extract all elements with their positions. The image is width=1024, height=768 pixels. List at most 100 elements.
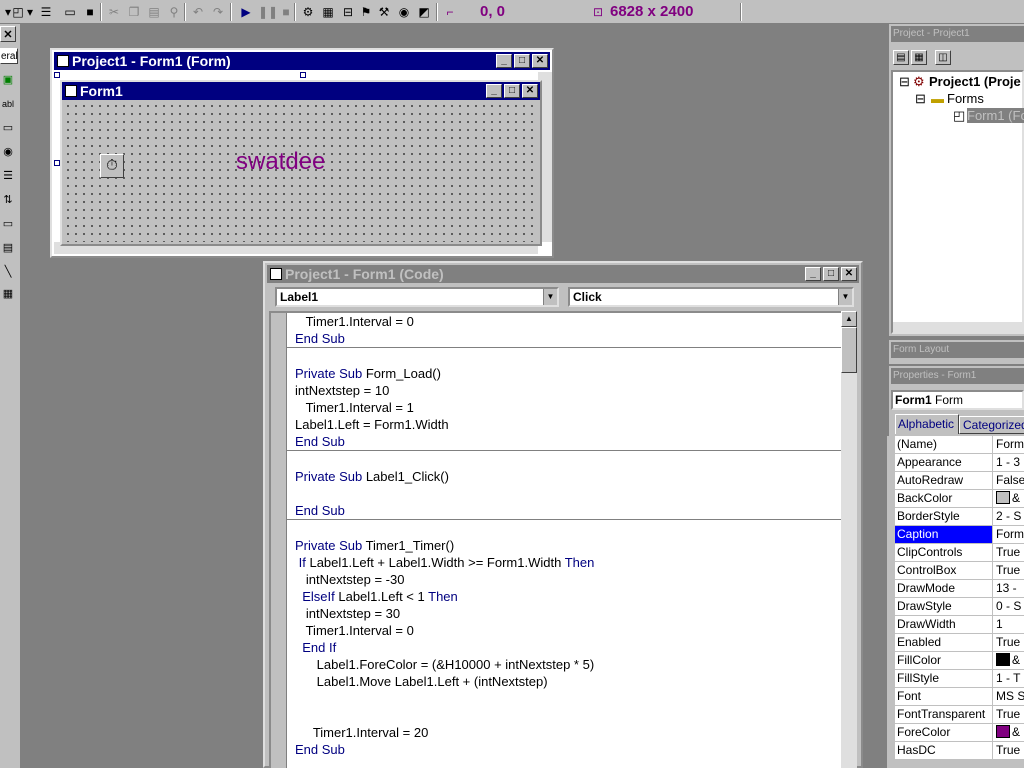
project-tree[interactable]: ⊟ ⚙ Project1 (Proje ⊟ ▬ Forms ◰ Form1 (F… bbox=[891, 70, 1024, 334]
property-row[interactable]: ClipControls True bbox=[895, 544, 1024, 562]
form-design-grid[interactable]: ⏱ swatdee bbox=[64, 102, 538, 242]
property-row[interactable]: Font MS S bbox=[895, 688, 1024, 706]
tab-categorized[interactable]: Categorized bbox=[959, 416, 1024, 434]
tree-item-project1[interactable]: Project1 (Proje bbox=[929, 74, 1021, 89]
maximize-icon[interactable]: □ bbox=[823, 267, 839, 281]
property-value[interactable]: True bbox=[994, 634, 1020, 651]
find-icon[interactable]: ⚲ bbox=[166, 4, 182, 20]
property-value[interactable]: True bbox=[994, 562, 1020, 579]
break-icon[interactable]: ❚❚ bbox=[258, 4, 278, 20]
close-icon[interactable]: ✕ bbox=[841, 267, 857, 281]
code-line[interactable]: Label1.Move Label1.Left + (intNextstep) bbox=[295, 673, 845, 690]
code-line[interactable] bbox=[295, 485, 845, 502]
property-row[interactable]: ForeColor & bbox=[895, 724, 1024, 742]
code-line[interactable]: Timer1.Interval = 1 bbox=[295, 399, 845, 416]
code-line[interactable] bbox=[295, 348, 845, 365]
code-line[interactable] bbox=[295, 707, 845, 724]
scroll-thumb[interactable] bbox=[841, 327, 857, 373]
project-tree-hscrollbar[interactable] bbox=[893, 322, 1022, 332]
picturebox-icon[interactable]: ▣ bbox=[0, 72, 16, 88]
code-line[interactable]: Private Sub Form_Load() bbox=[295, 365, 845, 382]
code-line[interactable]: End Sub bbox=[295, 330, 845, 347]
object-browser-icon[interactable]: ⚑ bbox=[358, 4, 374, 20]
close-icon[interactable]: ✕ bbox=[0, 26, 16, 42]
code-line[interactable]: Timer1.Interval = 20 bbox=[295, 724, 845, 741]
timer-control-icon[interactable]: ⏱ bbox=[100, 154, 124, 178]
form-designer-titlebar[interactable]: Project1 - Form1 (Form) _ □ ✕ bbox=[54, 52, 550, 70]
menu-editor-icon[interactable]: ☰ bbox=[38, 4, 54, 20]
close-icon[interactable]: ✕ bbox=[522, 84, 538, 98]
property-value[interactable]: True bbox=[994, 742, 1020, 759]
object-combo[interactable]: Label1 ▼ bbox=[275, 287, 559, 307]
line-tool-icon[interactable]: ╲ bbox=[0, 264, 16, 280]
form1-titlebar[interactable]: Form1 _ □ ✕ bbox=[62, 82, 540, 100]
code-line[interactable]: intNextstep = -30 bbox=[295, 571, 845, 588]
code-line[interactable]: End If bbox=[295, 639, 845, 656]
property-row[interactable]: FontTransparent True bbox=[895, 706, 1024, 724]
redo-icon[interactable]: ↷ bbox=[210, 4, 226, 20]
code-line[interactable]: Timer1.Interval = 0 bbox=[295, 313, 845, 330]
listbox-icon[interactable]: ☰ bbox=[0, 168, 16, 184]
property-grid[interactable]: (Name) Form Appearance 1 - 3 AutoRedraw False… bbox=[887, 436, 1024, 768]
open-project-icon[interactable]: ▭ bbox=[62, 4, 78, 20]
property-row[interactable]: FillColor & bbox=[895, 652, 1024, 670]
code-line[interactable]: If Label1.Left + Label1.Width >= Form1.W… bbox=[295, 554, 845, 571]
component-manager-icon[interactable]: ◩ bbox=[416, 4, 432, 20]
code-line[interactable]: End Sub bbox=[295, 433, 845, 450]
code-margin[interactable] bbox=[271, 313, 287, 768]
property-row[interactable]: AutoRedraw False bbox=[895, 472, 1024, 490]
code-line[interactable]: intNextstep = 30 bbox=[295, 605, 845, 622]
start-icon[interactable]: ▶ bbox=[238, 4, 254, 20]
property-value[interactable]: & bbox=[994, 652, 1020, 669]
toolbox-tab-general[interactable]: eral bbox=[0, 48, 18, 64]
data-view-icon[interactable]: ◉ bbox=[396, 4, 412, 20]
cut-icon[interactable]: ✂ bbox=[106, 4, 122, 20]
property-row[interactable]: HasDC True bbox=[895, 742, 1024, 760]
code-line[interactable]: End Sub bbox=[295, 741, 845, 758]
tree-expander-icon[interactable]: ⊟ bbox=[899, 74, 910, 90]
code-window-titlebar[interactable]: Project1 - Form1 (Code) _ □ ✕ bbox=[267, 265, 859, 283]
resize-handle[interactable] bbox=[54, 72, 60, 78]
paste-icon[interactable]: ▤ bbox=[146, 4, 162, 20]
code-line[interactable]: Timer1.Interval = 0 bbox=[295, 622, 845, 639]
property-value[interactable]: 0 - S bbox=[994, 598, 1021, 615]
undo-icon[interactable]: ↶ bbox=[190, 4, 206, 20]
code-line[interactable]: Private Sub Timer1_Timer() bbox=[295, 537, 845, 554]
minimize-icon[interactable]: _ bbox=[805, 267, 821, 281]
maximize-icon[interactable]: □ bbox=[504, 84, 520, 98]
chevron-down-icon[interactable]: ▼ bbox=[543, 289, 557, 305]
procedure-combo[interactable]: Click ▼ bbox=[568, 287, 854, 307]
maximize-icon[interactable]: □ bbox=[514, 54, 530, 68]
property-value[interactable]: True bbox=[994, 544, 1020, 561]
property-row[interactable]: DrawWidth 1 bbox=[895, 616, 1024, 634]
save-project-icon[interactable]: ■ bbox=[82, 4, 98, 20]
property-value[interactable]: 1 - T bbox=[994, 670, 1020, 687]
view-object-icon[interactable]: ▦ bbox=[911, 50, 927, 65]
property-value[interactable]: 1 bbox=[994, 616, 1003, 633]
toolbox-icon[interactable]: ⚒ bbox=[376, 4, 392, 20]
property-row[interactable]: Appearance 1 - 3 bbox=[895, 454, 1024, 472]
code-line[interactable]: ElseIf Label1.Left < 1 Then bbox=[295, 588, 845, 605]
code-editor[interactable]: Timer1.Interval = 0 End Sub Private Sub Fo… bbox=[269, 311, 847, 768]
property-value[interactable]: True bbox=[994, 706, 1020, 723]
code-line[interactable]: Label1.Left = Form1.Width bbox=[295, 416, 845, 433]
option-button-icon[interactable]: ◉ bbox=[0, 144, 16, 160]
property-value[interactable]: MS S bbox=[994, 688, 1024, 705]
code-vscrollbar[interactable]: ▲ bbox=[841, 311, 857, 768]
object-selector[interactable]: Form1 Form bbox=[891, 390, 1024, 410]
tree-item-form1[interactable]: Form1 (Fo bbox=[967, 108, 1024, 123]
project-explorer-icon[interactable]: ⚙ bbox=[300, 4, 316, 20]
form-layout-icon[interactable]: ⊟ bbox=[340, 4, 356, 20]
view-code-icon[interactable]: ▤ bbox=[893, 50, 909, 65]
property-row[interactable]: DrawStyle 0 - S bbox=[895, 598, 1024, 616]
code-line[interactable]: intNextstep = 10 bbox=[295, 382, 845, 399]
code-line[interactable] bbox=[295, 520, 845, 537]
code-line[interactable] bbox=[295, 690, 845, 707]
code-line[interactable] bbox=[295, 451, 845, 468]
property-row[interactable]: (Name) Form bbox=[895, 436, 1024, 454]
tab-alphabetic[interactable]: Alphabetic bbox=[895, 414, 959, 434]
code-line[interactable]: Label1.ForeColor = (&H10000 + intNextste… bbox=[295, 656, 845, 673]
end-icon[interactable]: ■ bbox=[278, 4, 294, 20]
tree-expander-icon[interactable]: ⊟ bbox=[915, 91, 926, 107]
property-value[interactable]: & bbox=[994, 724, 1020, 741]
